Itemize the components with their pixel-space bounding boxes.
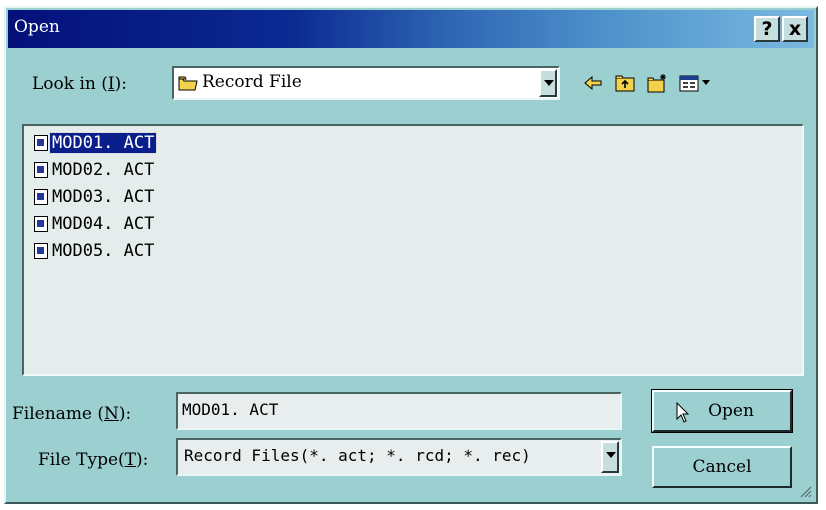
file-item[interactable]: MOD03. ACT (34, 186, 156, 208)
title-bar[interactable]: Open ? x (8, 10, 814, 48)
lookin-dropdown-arrow[interactable] (539, 69, 557, 97)
filetype-value: Record Files(*. act; *. rcd; *. rec) (184, 446, 531, 465)
resize-grip-icon[interactable] (798, 484, 812, 498)
up-folder-icon[interactable] (614, 72, 636, 94)
file-icon (34, 216, 48, 232)
cancel-button-label: Cancel (692, 457, 752, 477)
file-item[interactable]: MOD04. ACT (34, 213, 156, 235)
lookin-value: Record File (202, 72, 302, 92)
close-button[interactable]: x (782, 16, 808, 42)
file-item[interactable]: MOD01. ACT (34, 132, 158, 154)
filetype-combo[interactable]: Record Files(*. act; *. rcd; *. rec) (176, 438, 622, 476)
view-menu-icon[interactable] (678, 72, 712, 94)
back-arrow-icon[interactable] (582, 72, 604, 94)
file-icon (34, 243, 48, 259)
help-button[interactable]: ? (754, 16, 780, 42)
lookin-label: Look in (I): (32, 74, 127, 94)
filename-label: Filename (N): (12, 404, 132, 424)
lookin-combo[interactable]: Record File (172, 66, 560, 100)
file-item[interactable]: MOD05. ACT (34, 240, 156, 262)
file-list[interactable]: MOD01. ACT MOD02. ACT MOD03. ACT MOD04. … (22, 124, 804, 376)
file-item[interactable]: MOD02. ACT (34, 159, 156, 181)
file-icon (34, 162, 48, 178)
open-dialog: Open ? x Look in (I): Record File MOD01.… (4, 6, 818, 504)
filetype-label: File Type(T): (38, 450, 149, 470)
filename-input[interactable]: MOD01. ACT (176, 392, 622, 430)
file-icon (34, 189, 48, 205)
filetype-dropdown-arrow[interactable] (601, 441, 619, 473)
window-title: Open (14, 17, 60, 37)
new-folder-icon[interactable] (646, 72, 668, 94)
mouse-cursor-icon (676, 402, 690, 423)
open-button-label: Open (708, 401, 754, 421)
folder-icon (178, 76, 198, 91)
open-button[interactable]: Open (651, 389, 793, 433)
file-icon (34, 135, 48, 151)
cancel-button[interactable]: Cancel (652, 446, 792, 488)
